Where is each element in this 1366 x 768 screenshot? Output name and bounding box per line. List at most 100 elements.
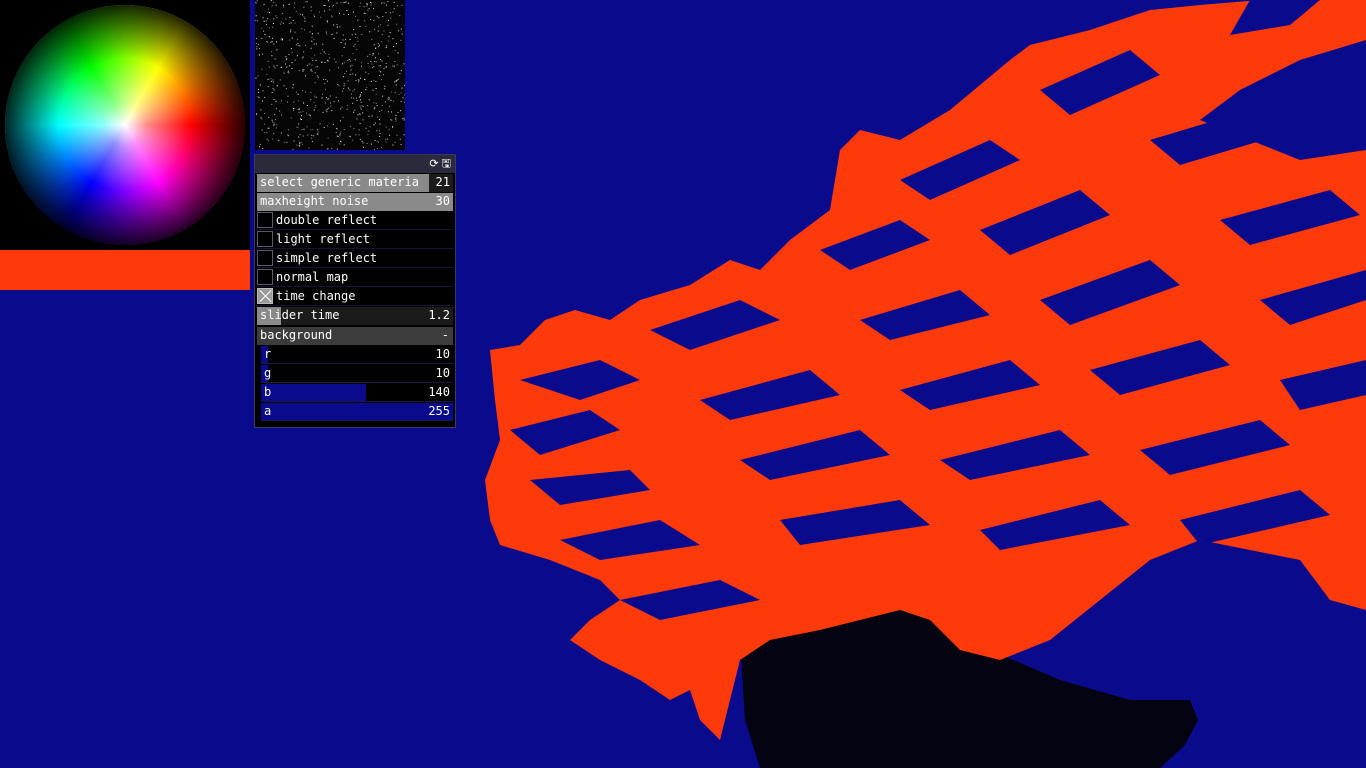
light-reflect-checkbox[interactable] [257, 231, 273, 247]
noise-dot [323, 5, 325, 6]
noise-dot [279, 79, 281, 81]
noise-dot [290, 29, 292, 31]
noise-dot [262, 53, 264, 55]
noise-dot [259, 55, 260, 57]
noise-dot [390, 99, 392, 101]
noise-dot [397, 52, 398, 54]
noise-dot [336, 148, 338, 150]
simple-reflect-toggle[interactable]: simple reflect [257, 250, 453, 268]
noise-dot [352, 139, 354, 141]
noise-dot [338, 85, 340, 87]
noise-dot [381, 2, 383, 4]
noise-dot [359, 123, 361, 124]
noise-dot [352, 53, 354, 55]
noise-dot [379, 59, 381, 61]
noise-dot [336, 24, 338, 26]
noise-dot [327, 98, 328, 100]
background-group-header[interactable]: background - [257, 327, 453, 345]
noise-dot [383, 74, 384, 76]
noise-dot [311, 70, 313, 72]
noise-dot [308, 114, 310, 116]
collapse-icon[interactable]: - [442, 328, 449, 342]
noise-dot [401, 33, 403, 35]
noise-dot [368, 8, 370, 9]
noise-dot [390, 17, 392, 19]
noise-dot [286, 57, 288, 59]
noise-dot [308, 63, 310, 65]
noise-dot [313, 109, 315, 111]
select-generic-material-slider[interactable]: select generic materia 21 [257, 174, 453, 192]
noise-dot [370, 4, 372, 6]
noise-dot [256, 113, 258, 114]
noise-dot [355, 33, 357, 35]
background-g-slider[interactable]: g 10 [261, 365, 453, 383]
noise-dot [379, 44, 380, 46]
noise-dot [348, 14, 349, 15]
noise-dot [255, 15, 257, 17]
noise-dot [327, 148, 329, 150]
noise-dot [378, 53, 379, 55]
noise-dot [382, 2, 384, 4]
noise-dot [322, 93, 323, 95]
noise-dot [331, 110, 333, 111]
noise-dot [322, 43, 324, 45]
refresh-icon[interactable]: ⟳ [429, 156, 438, 172]
noise-dot [257, 96, 259, 97]
noise-dot [382, 105, 383, 106]
noise-dot [371, 38, 373, 40]
noise-dot [268, 116, 270, 118]
noise-dot [303, 6, 305, 8]
noise-dot [375, 93, 377, 95]
time-change-label: time change [276, 289, 356, 303]
noise-dot [290, 117, 292, 119]
noise-dot [332, 6, 334, 8]
noise-dot [295, 11, 297, 12]
light-reflect-toggle[interactable]: light reflect [257, 231, 453, 249]
noise-dot [353, 45, 355, 47]
noise-dot [376, 148, 378, 150]
noise-dot [298, 144, 300, 146]
save-icon[interactable]: 🖫 [442, 156, 451, 172]
simple-reflect-checkbox[interactable] [257, 250, 273, 266]
noise-dot [369, 53, 371, 55]
noise-dot [367, 55, 369, 57]
light-reflect-label: light reflect [276, 232, 370, 246]
noise-dot [349, 60, 351, 62]
noise-dot [257, 75, 259, 77]
noise-dot [358, 79, 360, 81]
background-b-slider[interactable]: b 140 [261, 384, 453, 402]
time-change-checkbox[interactable] [257, 288, 273, 304]
noise-dot [400, 110, 402, 112]
noise-dot [285, 59, 287, 61]
noise-dot [258, 48, 260, 49]
slider-time-slider[interactable]: slider time 1.2 [257, 307, 453, 325]
double-reflect-checkbox[interactable] [257, 212, 273, 228]
normal-map-toggle[interactable]: normal map [257, 269, 453, 287]
double-reflect-toggle[interactable]: double reflect [257, 212, 453, 230]
time-change-toggle[interactable]: time change [257, 288, 453, 306]
noise-dot [301, 115, 302, 117]
background-a-fill [261, 403, 453, 420]
noise-dot [292, 84, 294, 86]
noise-dot [302, 14, 303, 16]
gui-panel-header[interactable]: ⟳ 🖫 [255, 155, 455, 173]
noise-dot [381, 109, 383, 111]
noise-dot [324, 83, 326, 85]
noise-dot [376, 130, 378, 132]
noise-dot [350, 93, 352, 95]
noise-dot [256, 48, 258, 50]
noise-dot [357, 19, 359, 21]
normal-map-checkbox[interactable] [257, 269, 273, 285]
noise-dot [396, 134, 398, 136]
noise-dot [256, 0, 258, 2]
noise-dot [301, 129, 303, 131]
noise-dot [314, 104, 316, 106]
maxheight-noise-slider[interactable]: maxheight noise 30 [257, 193, 453, 211]
noise-dot [310, 70, 312, 72]
noise-dot [343, 83, 345, 85]
noise-dot [296, 55, 298, 57]
noise-dot [339, 132, 341, 134]
background-r-slider[interactable]: r 10 [261, 346, 453, 364]
background-a-slider[interactable]: a 255 [261, 403, 453, 421]
noise-dot [328, 54, 330, 55]
